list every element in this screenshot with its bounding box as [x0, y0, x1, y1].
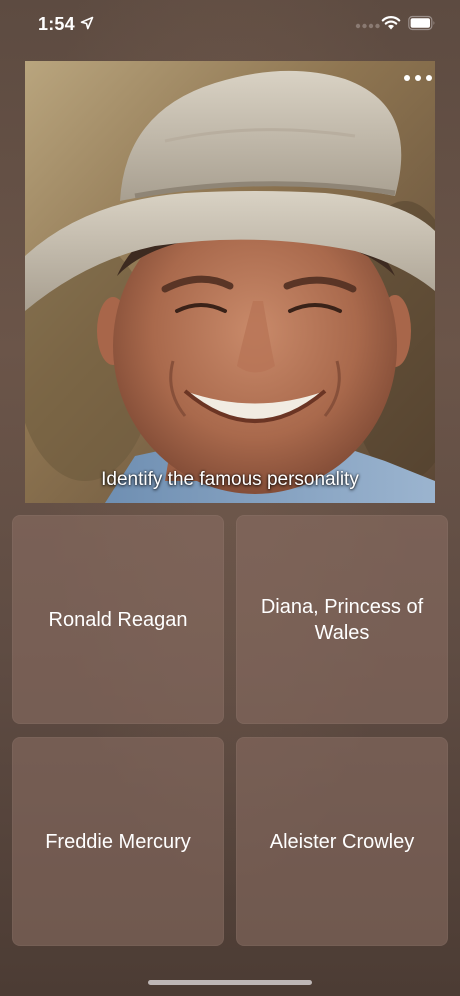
answer-label: Diana, Princess of Wales — [260, 595, 424, 644]
cellular-signal-icon — [355, 23, 380, 29]
wifi-icon — [381, 16, 401, 30]
question-text: Identify the famous personality — [101, 469, 359, 490]
battery-icon — [408, 15, 435, 31]
answer-option-ronald-reagan[interactable]: Ronald Reagan — [12, 515, 224, 724]
answer-option-freddie-mercury[interactable]: Freddie Mercury — [12, 737, 224, 946]
personality-photo: Identify the famous personality — [25, 61, 435, 503]
home-indicator[interactable] — [148, 980, 312, 985]
location-arrow-icon — [80, 16, 94, 30]
answer-label: Ronald Reagan — [48, 608, 188, 631]
status-bar: 1:54 — [0, 0, 460, 50]
status-time: 1:54 — [38, 14, 75, 34]
answer-option-aleister-crowley[interactable]: Aleister Crowley — [236, 737, 448, 946]
portrait-image — [25, 61, 435, 503]
answer-option-diana-princess-of-wales[interactable]: Diana, Princess of Wales — [236, 515, 448, 724]
answer-label: Aleister Crowley — [269, 830, 415, 853]
answer-label: Freddie Mercury — [45, 830, 191, 853]
more-options-icon[interactable] — [401, 71, 435, 85]
